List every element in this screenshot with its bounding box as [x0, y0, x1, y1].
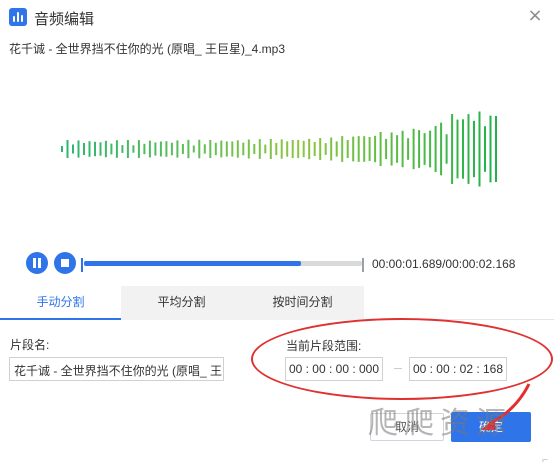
range-start-handle[interactable]: [81, 258, 87, 272]
tab-manual-split[interactable]: 手动分割: [0, 286, 121, 320]
file-name: 花千诚 - 全世界挡不住你的光 (原唱_ 王巨星)_4.mp3: [9, 42, 286, 56]
corner-mark: ⌐: [542, 455, 548, 466]
audio-bars-icon: [9, 8, 27, 26]
progress-fill: [84, 261, 301, 266]
window-title: 音频编辑: [34, 11, 95, 28]
pause-icon[interactable]: [26, 252, 48, 274]
tab-time-split[interactable]: 按时间分割: [242, 286, 363, 320]
title-bar: 音频编辑 ×: [0, 0, 554, 34]
tab-average-split[interactable]: 平均分割: [121, 286, 242, 320]
waveform-svg: [61, 111, 497, 187]
segment-name-label: 片段名:: [10, 338, 50, 352]
stop-icon[interactable]: [54, 252, 76, 274]
close-icon[interactable]: ×: [525, 6, 545, 26]
time-display: 00:00:01.689/00:00:02.168: [372, 257, 516, 271]
segment-name-input[interactable]: 花千诚 - 全世界挡不住你的光 (原唱_ 王: [9, 357, 224, 381]
progress-track[interactable]: [84, 261, 362, 266]
player-bar: 00:00:01.689/00:00:02.168: [0, 246, 554, 282]
range-end-handle[interactable]: [358, 258, 364, 272]
watermark: 爬爬资源: [368, 406, 512, 441]
split-mode-tabs: 手动分割 平均分割 按时间分割: [0, 286, 364, 320]
waveform[interactable]: [4, 62, 550, 240]
